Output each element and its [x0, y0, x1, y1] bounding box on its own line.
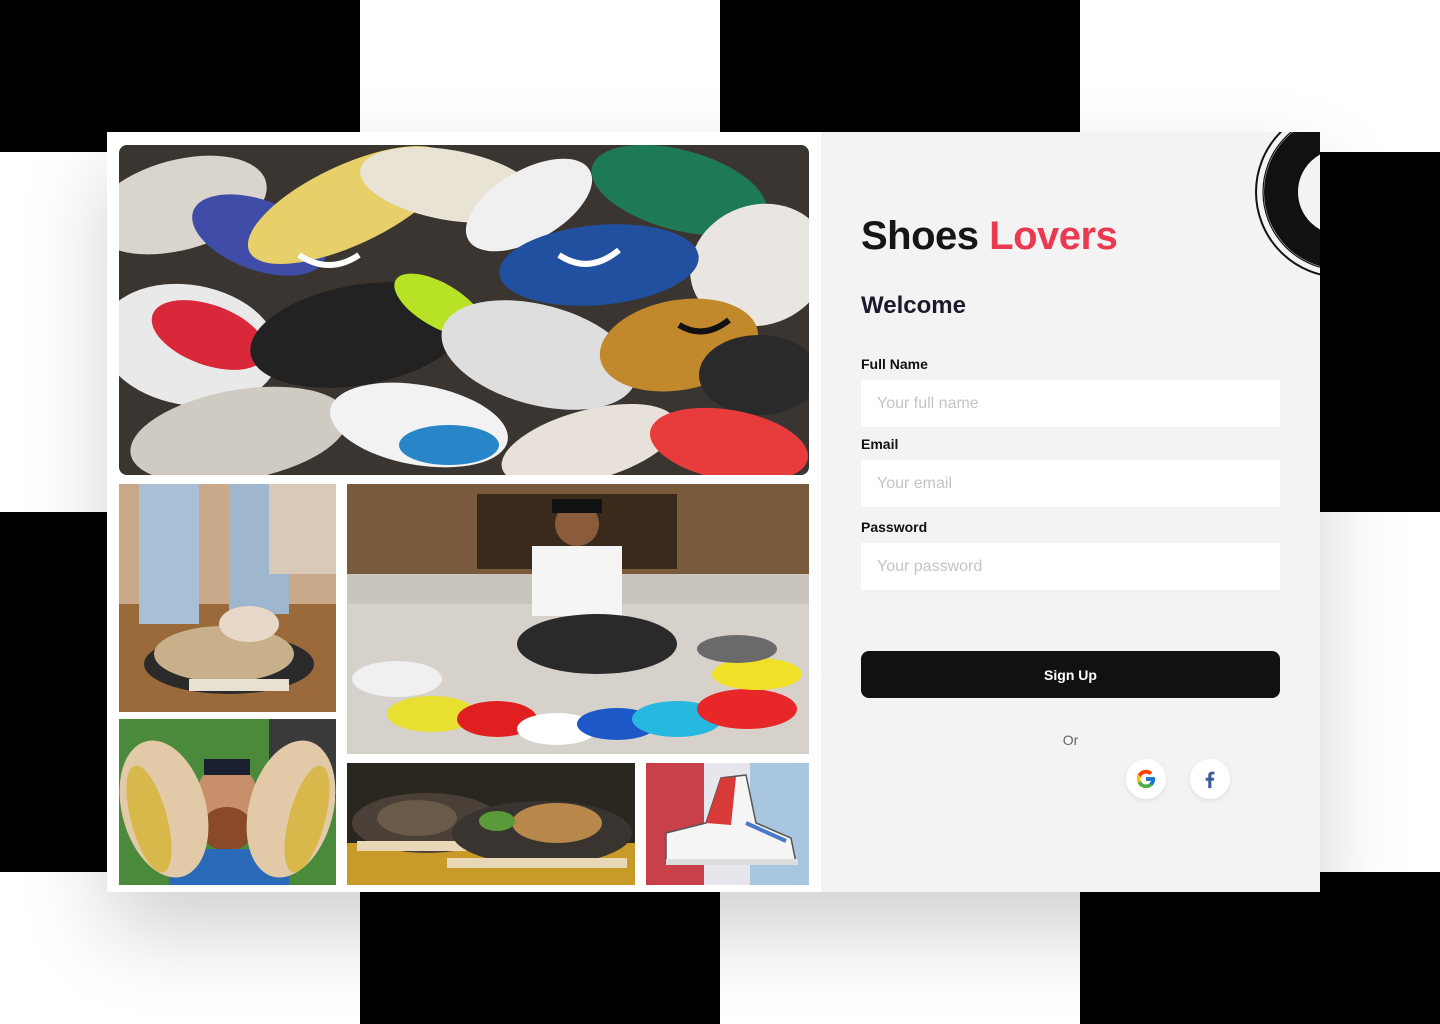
photo-gallery	[107, 132, 821, 892]
app-title-part1: Shoes	[861, 214, 979, 258]
man-holding-sneakers-photo	[119, 719, 336, 885]
app-title: Shoes Lovers	[861, 214, 1118, 259]
facebook-icon	[1205, 771, 1215, 789]
sneaker-pile-photo	[119, 145, 809, 475]
background-block	[720, 0, 1080, 132]
background-block	[1080, 872, 1440, 1024]
signup-card: Shoes Lovers Welcome Full Name Email Pas…	[107, 132, 1320, 892]
tying-sneakers-photo	[119, 484, 336, 712]
email-input[interactable]	[861, 460, 1280, 507]
signup-panel: Shoes Lovers Welcome Full Name Email Pas…	[821, 132, 1320, 892]
facebook-signin-button[interactable]	[1190, 759, 1230, 799]
man-on-bed-with-sneakers-photo	[347, 484, 809, 754]
password-input[interactable]	[861, 543, 1280, 590]
full-name-input[interactable]	[861, 380, 1280, 427]
background-block	[1320, 152, 1440, 512]
email-label: Email	[861, 436, 899, 452]
or-divider: Or	[1062, 732, 1079, 748]
sneaker-pair-closeup-photo	[347, 763, 635, 885]
google-icon	[1136, 769, 1156, 789]
app-title-part2: Lovers	[989, 214, 1118, 258]
background-block	[0, 512, 107, 872]
background-block	[0, 0, 360, 152]
decorative-ring	[1255, 132, 1320, 276]
full-name-label: Full Name	[861, 356, 928, 372]
password-label: Password	[861, 519, 928, 535]
google-signin-button[interactable]	[1126, 759, 1166, 799]
background-block	[360, 892, 720, 1024]
sneaker-illustration-photo	[646, 763, 809, 885]
welcome-heading: Welcome	[861, 292, 966, 319]
sign-up-button[interactable]: Sign Up	[861, 651, 1280, 698]
